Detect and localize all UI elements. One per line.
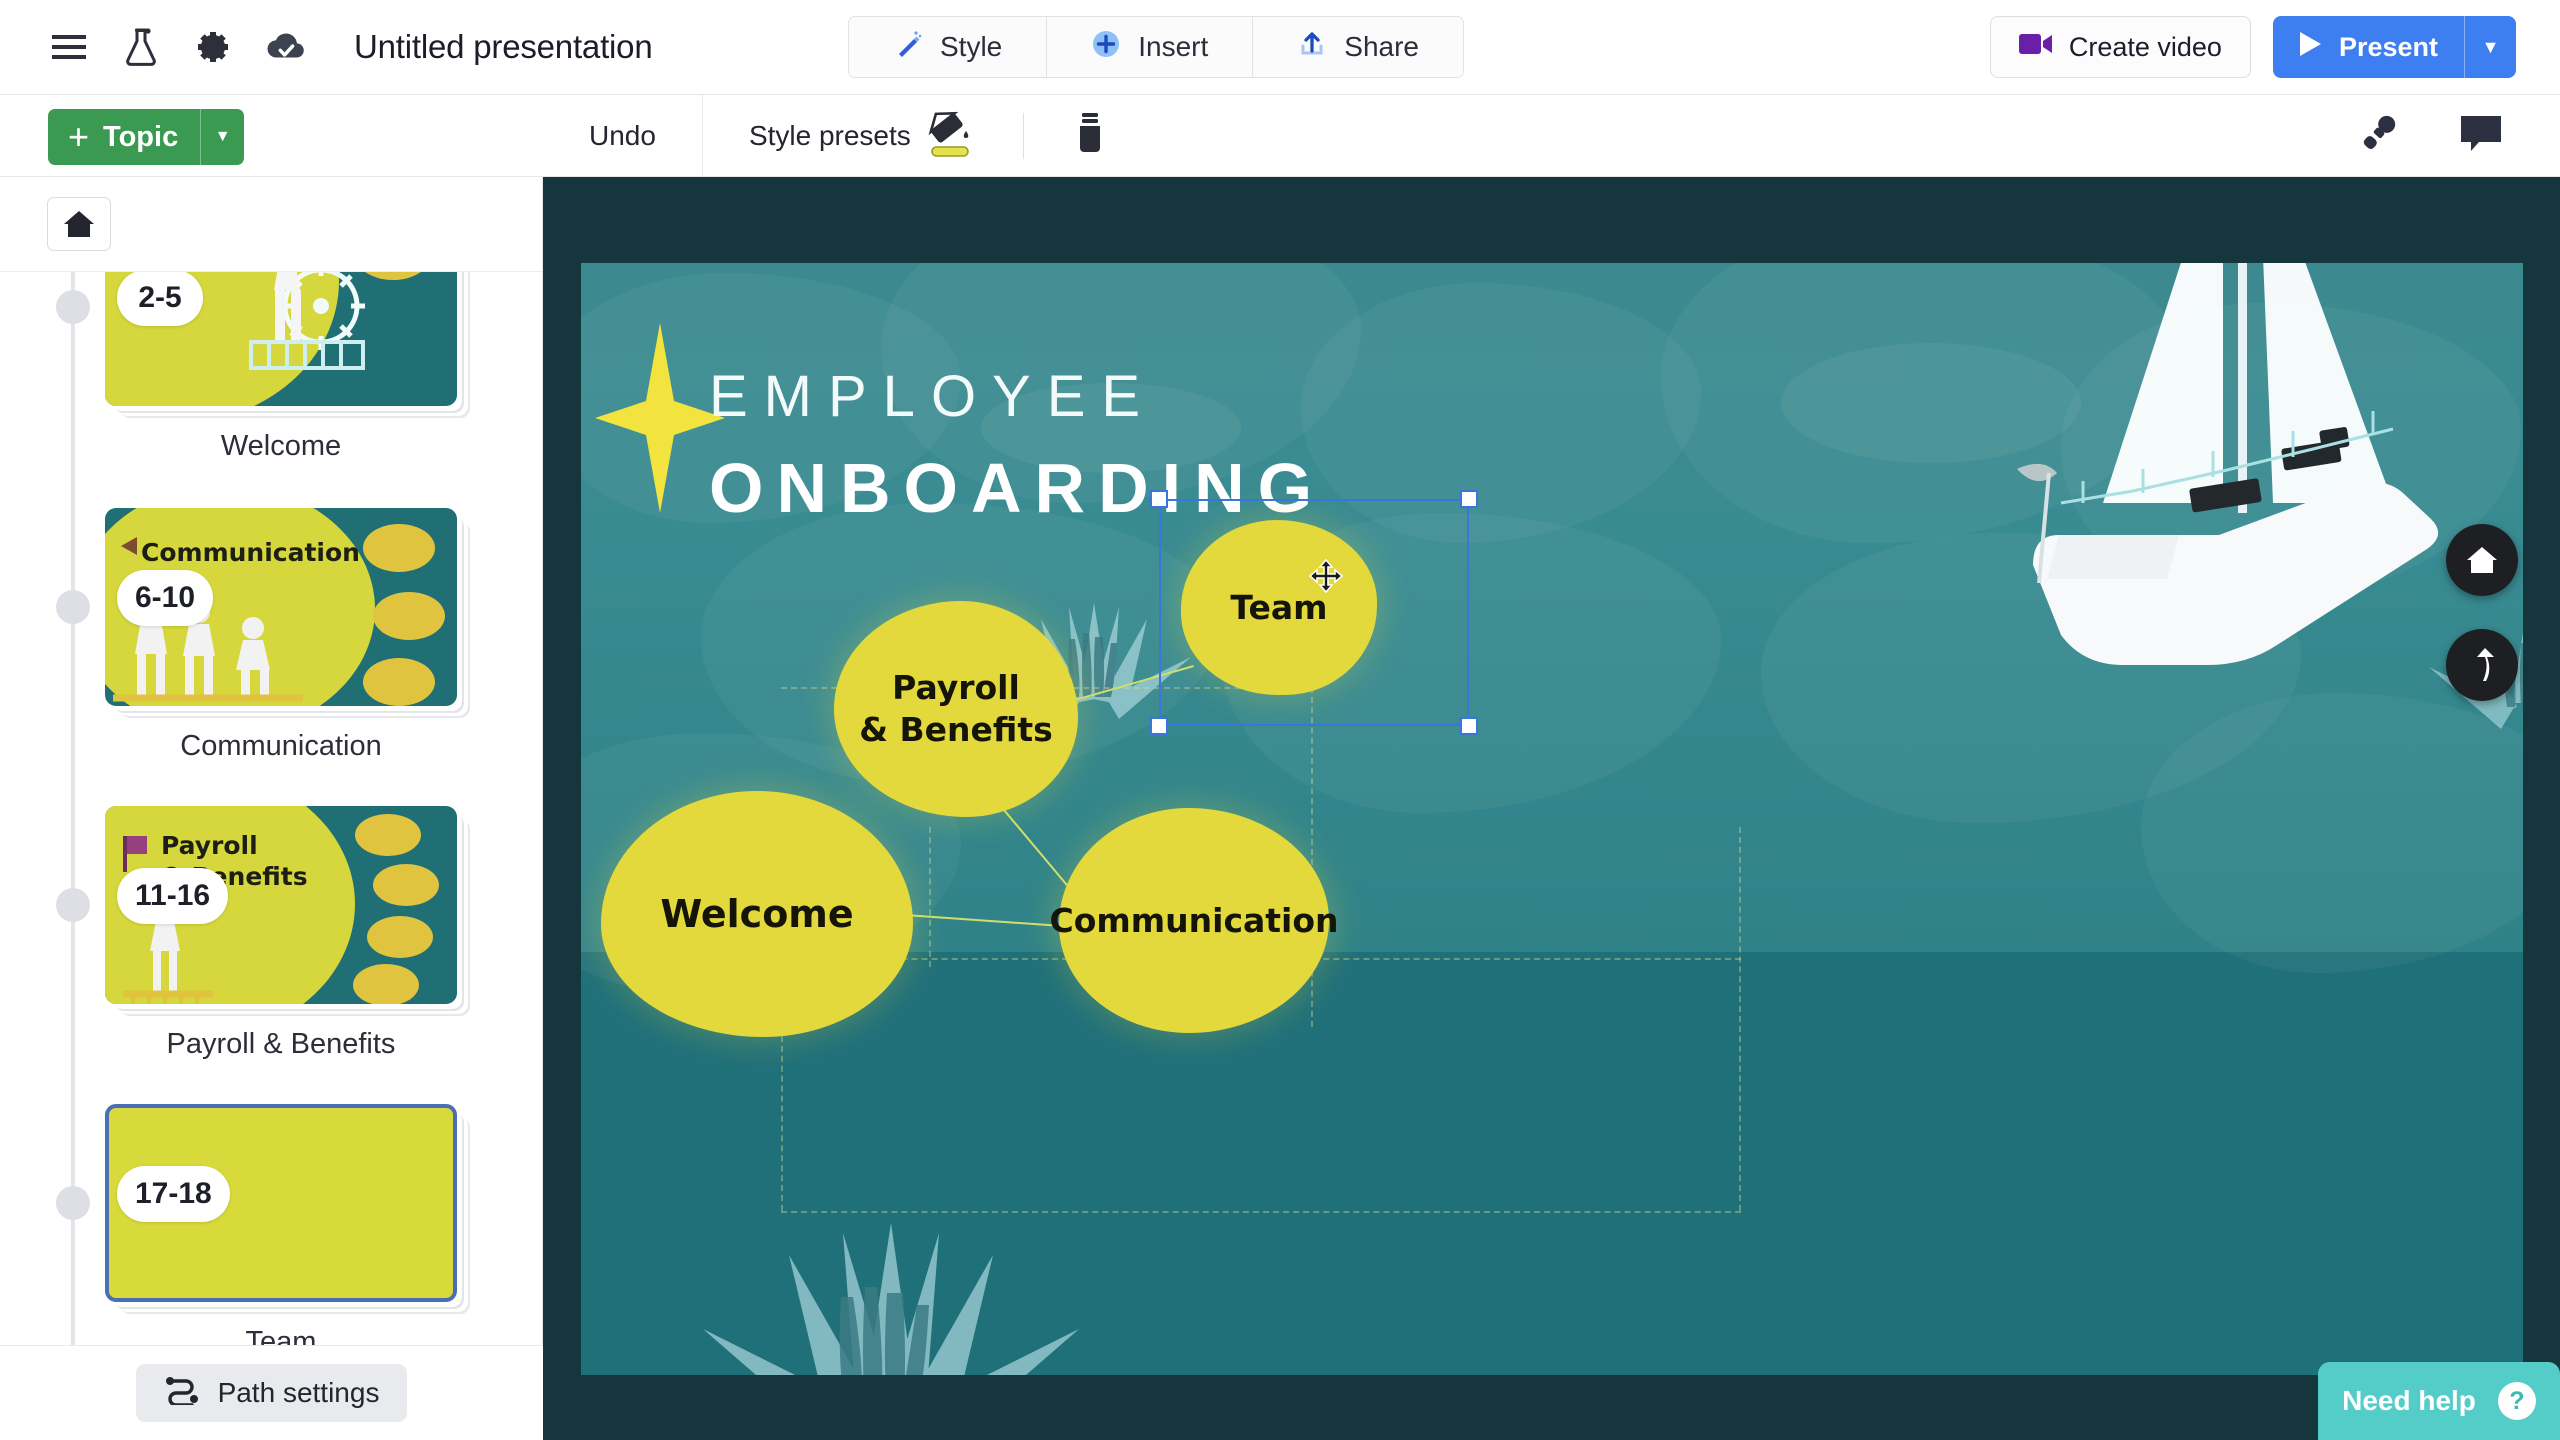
slides-list: 2-5 Welcome Communication 6-10 Communica… [0,272,543,1345]
secondary-toolbar: + Topic ▼ Undo Style presets [0,95,2560,177]
slide-thumbnail[interactable]: Payroll & Benefits 11-16 [105,806,457,1004]
alignment-guide [1311,687,1313,1027]
move-cursor-icon [1309,559,1343,593]
style-label: Style [940,31,1003,62]
node-communication[interactable]: Communication [1049,808,1339,1033]
top-bar-actions: Create video Present ▼ [1989,16,2516,78]
alignment-guide [1739,827,1741,1211]
path-route-icon [164,1375,200,1412]
path-settings-button[interactable]: Path settings [135,1364,408,1422]
canvas-toolbar: Undo Style presets [543,95,2560,177]
node-label: Payroll & Benefits [859,668,1053,749]
home-icon[interactable] [47,197,111,251]
path-dot[interactable] [56,290,90,324]
comment-bubble-icon[interactable] [2458,113,2504,160]
editor-canvas[interactable]: EMPLOYEE ONBOARDING Payroll & Benefits T… [543,177,2560,1440]
slide-label: Communication [180,730,382,762]
slide-page-badge: 6-10 [117,570,214,626]
toolbar-divider [1022,113,1024,159]
present-button[interactable]: Present ▼ [2272,16,2516,78]
sidebar-home-row [0,177,542,272]
slide-label: Payroll & Benefits [166,1028,396,1060]
lab-flask-icon[interactable] [120,26,162,68]
ink-eraser-button[interactable] [1028,95,1152,177]
slide-page-badge: 2-5 [117,272,203,326]
add-topic-button[interactable]: + Topic ▼ [48,109,245,165]
topic-dropdown-caret[interactable]: ▼ [200,109,244,165]
resize-handle-bottom-left[interactable] [1150,717,1168,735]
alignment-guide [929,827,931,967]
plus-icon: + [68,116,90,157]
slide-surface[interactable]: EMPLOYEE ONBOARDING Payroll & Benefits T… [581,263,2523,1375]
top-bar-icon-group [0,26,306,68]
present-dropdown-caret[interactable]: ▼ [2464,16,2516,78]
selection-bounding-box [1150,490,1478,735]
microphone-icon[interactable] [2354,110,2402,163]
home-icon [2467,547,2497,573]
ink-eraser-icon [1074,111,1106,162]
magic-wand-icon [893,29,923,66]
undo-button[interactable]: Undo [543,95,703,177]
slide-page-badge: 11-16 [117,868,229,924]
slide-thumbnail[interactable]: 2-5 [105,272,457,406]
path-settings-bar: Path settings [0,1345,543,1440]
alignment-guide [781,1211,1741,1213]
resize-handle-bottom-right[interactable] [1460,717,1478,735]
resize-handle-top-right[interactable] [1460,490,1478,508]
water-lily-icon [703,1223,1079,1375]
sailboat-illustration [2017,263,2439,665]
video-camera-icon [2018,32,2053,63]
top-segmented-control: Style Insert Share [848,16,1464,78]
insert-button[interactable]: Insert [1047,17,1254,77]
slide-thumbnail[interactable]: Communication 6-10 [105,508,457,706]
need-help-label: Need help [2342,1385,2476,1416]
slide-label: Welcome [220,430,342,462]
create-video-label: Create video [2068,31,2222,62]
play-triangle-icon [2297,30,2323,65]
insert-label: Insert [1138,31,1209,62]
slides-sidebar: 2-5 Welcome Communication 6-10 Communica… [0,177,543,1440]
path-dot[interactable] [56,1186,90,1220]
topic-label: Topic [103,120,179,153]
style-button[interactable]: Style [849,17,1048,77]
title-line-1: EMPLOYEE [709,364,1157,429]
present-label: Present [2338,31,2438,62]
path-dot[interactable] [56,590,90,624]
slide-page-badge: 17-18 [117,1166,230,1222]
node-label: Welcome [660,892,854,936]
hamburger-menu-icon[interactable] [48,26,90,68]
top-bar: Untitled presentation Style Insert Share… [0,0,2560,95]
share-upload-icon [1297,29,1327,66]
resize-handle-top-left[interactable] [1150,490,1168,508]
style-presets-label: Style presets [748,120,911,151]
path-settings-label: Path settings [217,1377,380,1408]
share-button[interactable]: Share [1253,17,1463,77]
thumbnail-title: Communication [141,538,360,567]
path-dot[interactable] [56,888,90,922]
plus-circle-icon [1091,29,1121,66]
undo-label: Undo [589,120,656,151]
canvas-home-button[interactable] [2446,524,2518,596]
question-mark-icon: ? [2497,1382,2536,1420]
four-point-star-icon [595,323,725,513]
create-video-button[interactable]: Create video [1989,16,2251,78]
canvas-toolbar-right [2354,110,2560,163]
node-label: Communication [1049,901,1339,940]
canvas-back-button[interactable] [2446,629,2518,701]
style-presets-button[interactable]: Style presets [703,95,1019,177]
need-help-button[interactable]: Need help ? [2318,1362,2560,1440]
cloud-saved-icon[interactable] [264,26,306,68]
document-title[interactable]: Untitled presentation [354,28,653,66]
share-label: Share [1344,31,1419,62]
settings-gear-icon[interactable] [192,26,234,68]
curved-up-arrow-icon [2477,648,2494,681]
paint-bucket-icon[interactable] [927,107,973,166]
path-rail [71,272,75,1345]
slide-label: Team [245,1326,317,1345]
